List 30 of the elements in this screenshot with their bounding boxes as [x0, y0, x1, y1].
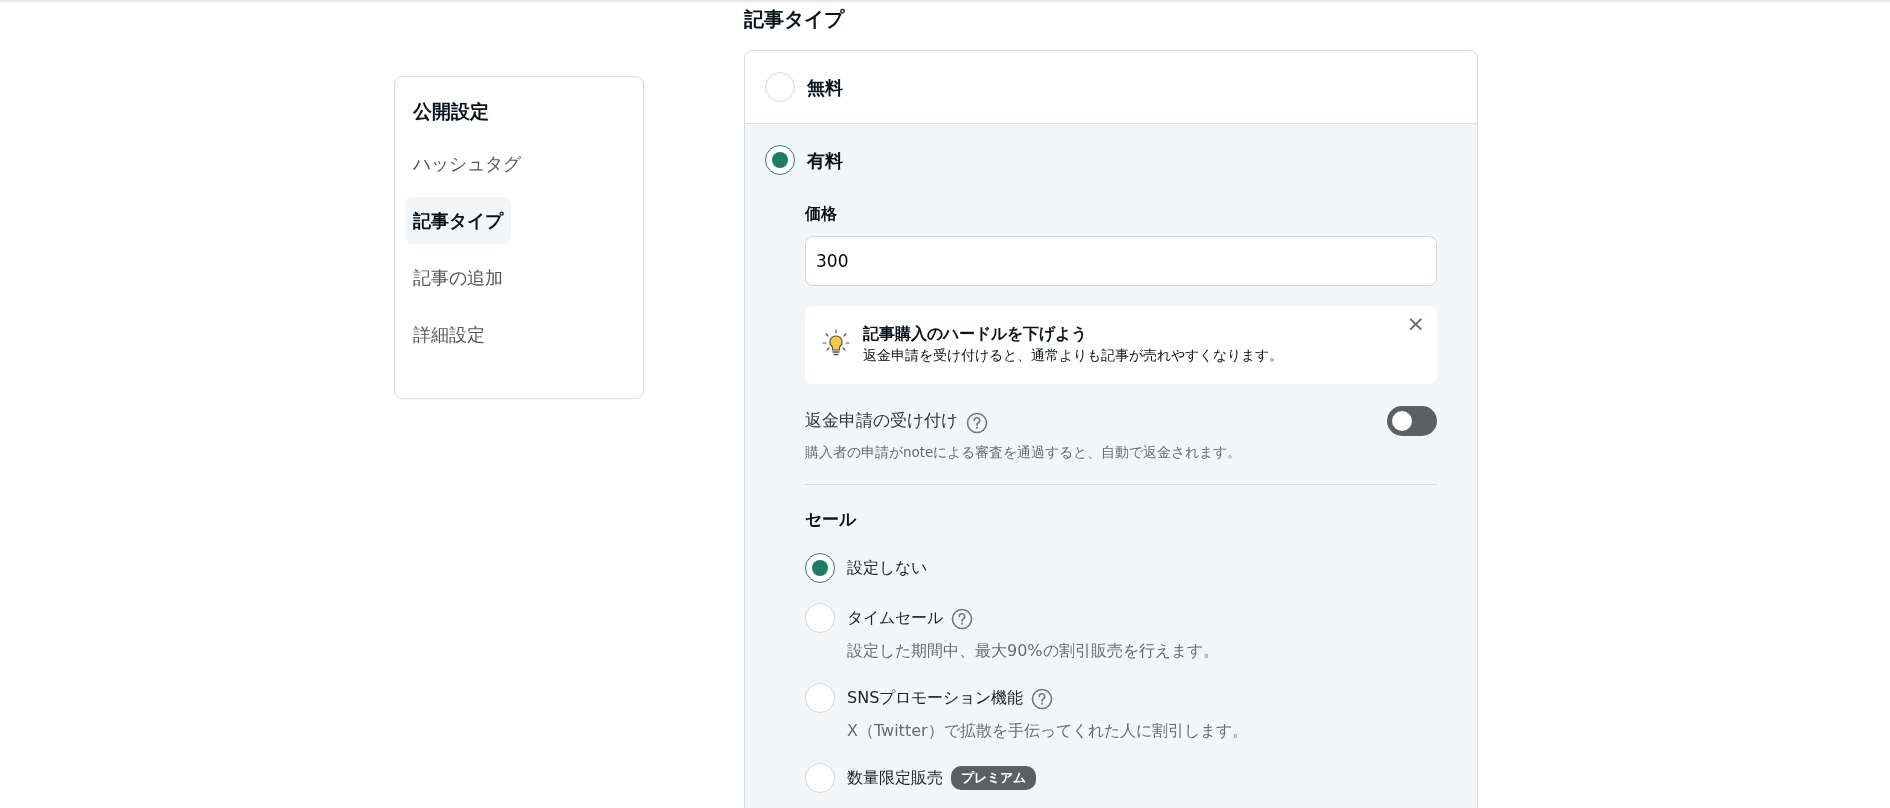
option-label: SNSプロモーション機能: [847, 686, 1024, 709]
tip-title: 記事購入のハードルを下げよう: [863, 324, 1088, 344]
lightbulb-icon: [821, 328, 851, 358]
field-label: 価格: [805, 203, 838, 225]
option-label: 無料: [807, 75, 843, 100]
sidebar-item[interactable]: ハッシュタグ: [405, 139, 529, 187]
option-description: X（Twitter）で拡散を手伝ってくれた人に割引します。: [847, 719, 1249, 742]
toggle-description: 購入者の申請がnoteによる審査を通過すると、自動で返金されます。: [805, 443, 1243, 462]
tip-text: 返金申請を受け付けると、通常よりも記事が売れやすくなります。: [863, 346, 1283, 365]
sidebar-item[interactable]: 記事タイプ: [405, 196, 511, 244]
radio-button[interactable]: [805, 552, 835, 583]
option-label: タイムセール: [847, 606, 943, 629]
option-label: 数量限定販売: [847, 766, 943, 789]
radio-button[interactable]: [765, 145, 795, 175]
help-icon[interactable]: [951, 606, 973, 629]
sale-heading: セール: [805, 508, 858, 532]
toggle-label: 返金申請の受け付け: [805, 409, 958, 433]
help-icon[interactable]: [1031, 686, 1054, 709]
option-label: 設定しない: [847, 556, 927, 579]
option-description: 設定した期間中、最大90%の割引販売を行えます。: [847, 639, 1220, 662]
close-button[interactable]: ×: [1406, 312, 1425, 336]
premium-tag: プレミアム: [951, 766, 1036, 790]
sidebar-title: 公開設定: [412, 99, 490, 124]
sidebar-item[interactable]: 詳細設定: [405, 310, 493, 358]
price-field[interactable]: 300: [805, 236, 1437, 286]
help-icon[interactable]: [966, 410, 988, 432]
section-heading: 記事タイプ: [744, 6, 846, 32]
option-label: 有料: [807, 148, 843, 173]
toggle-switch[interactable]: [1387, 406, 1437, 436]
sidebar-item[interactable]: 記事の追加: [405, 253, 511, 301]
